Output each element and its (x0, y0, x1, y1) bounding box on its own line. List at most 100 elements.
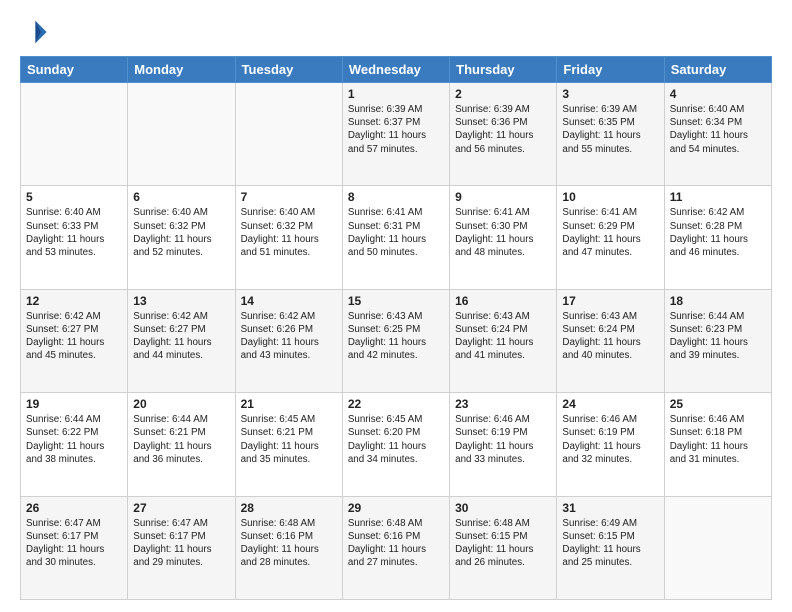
calendar-cell: 19 Sunrise: 6:44 AM Sunset: 6:22 PM Dayli… (21, 393, 128, 496)
calendar-cell: 18 Sunrise: 6:44 AM Sunset: 6:23 PM Dayli… (664, 289, 771, 392)
calendar-cell: 31 Sunrise: 6:49 AM Sunset: 6:15 PM Dayli… (557, 496, 664, 599)
day-header-monday: Monday (128, 57, 235, 83)
calendar-cell: 14 Sunrise: 6:42 AM Sunset: 6:26 PM Dayli… (235, 289, 342, 392)
day-number: 4 (670, 87, 766, 101)
cell-info: Sunrise: 6:40 AM Sunset: 6:33 PM Dayligh… (26, 206, 122, 259)
calendar-cell: 4 Sunrise: 6:40 AM Sunset: 6:34 PM Daylig… (664, 83, 771, 186)
cell-info: Sunrise: 6:41 AM Sunset: 6:31 PM Dayligh… (348, 206, 444, 259)
day-number: 17 (562, 294, 658, 308)
cell-info: Sunrise: 6:45 AM Sunset: 6:21 PM Dayligh… (241, 413, 337, 466)
cell-info: Sunrise: 6:47 AM Sunset: 6:17 PM Dayligh… (133, 517, 229, 570)
calendar-cell (664, 496, 771, 599)
calendar-cell: 17 Sunrise: 6:43 AM Sunset: 6:24 PM Dayli… (557, 289, 664, 392)
day-number: 7 (241, 190, 337, 204)
cell-info: Sunrise: 6:42 AM Sunset: 6:27 PM Dayligh… (133, 310, 229, 363)
calendar-cell: 12 Sunrise: 6:42 AM Sunset: 6:27 PM Dayli… (21, 289, 128, 392)
cell-info: Sunrise: 6:43 AM Sunset: 6:24 PM Dayligh… (562, 310, 658, 363)
calendar-cell: 15 Sunrise: 6:43 AM Sunset: 6:25 PM Dayli… (342, 289, 449, 392)
day-number: 22 (348, 397, 444, 411)
day-number: 9 (455, 190, 551, 204)
day-number: 16 (455, 294, 551, 308)
day-number: 21 (241, 397, 337, 411)
day-number: 20 (133, 397, 229, 411)
cell-info: Sunrise: 6:42 AM Sunset: 6:28 PM Dayligh… (670, 206, 766, 259)
day-number: 15 (348, 294, 444, 308)
cell-info: Sunrise: 6:48 AM Sunset: 6:15 PM Dayligh… (455, 517, 551, 570)
cell-info: Sunrise: 6:42 AM Sunset: 6:27 PM Dayligh… (26, 310, 122, 363)
calendar-cell: 22 Sunrise: 6:45 AM Sunset: 6:20 PM Dayli… (342, 393, 449, 496)
cell-info: Sunrise: 6:40 AM Sunset: 6:34 PM Dayligh… (670, 103, 766, 156)
calendar-cell: 10Sunrise: 6:41 AM Sunset: 6:29 PM Dayli… (557, 186, 664, 289)
calendar-cell: 23 Sunrise: 6:46 AM Sunset: 6:19 PM Dayli… (450, 393, 557, 496)
cell-info: Sunrise: 6:46 AM Sunset: 6:19 PM Dayligh… (455, 413, 551, 466)
day-number: 14 (241, 294, 337, 308)
day-number: 19 (26, 397, 122, 411)
cell-info: Sunrise: 6:46 AM Sunset: 6:18 PM Dayligh… (670, 413, 766, 466)
calendar-cell: 26 Sunrise: 6:47 AM Sunset: 6:17 PM Dayli… (21, 496, 128, 599)
calendar-cell: 3Sunrise: 6:39 AM Sunset: 6:35 PM Daylig… (557, 83, 664, 186)
cell-info: Sunrise: 6:49 AM Sunset: 6:15 PM Dayligh… (562, 517, 658, 570)
cell-info: Sunrise: 6:45 AM Sunset: 6:20 PM Dayligh… (348, 413, 444, 466)
day-number: 8 (348, 190, 444, 204)
cell-info: Sunrise: 6:41 AM Sunset: 6:30 PM Dayligh… (455, 206, 551, 259)
cell-info: Sunrise: 6:43 AM Sunset: 6:25 PM Dayligh… (348, 310, 444, 363)
day-number: 6 (133, 190, 229, 204)
day-number: 26 (26, 501, 122, 515)
calendar-cell: 16 Sunrise: 6:43 AM Sunset: 6:24 PM Dayli… (450, 289, 557, 392)
day-number: 31 (562, 501, 658, 515)
day-number: 18 (670, 294, 766, 308)
logo-icon (20, 18, 48, 46)
calendar-cell: 2Sunrise: 6:39 AM Sunset: 6:36 PM Daylig… (450, 83, 557, 186)
calendar-cell: 27 Sunrise: 6:47 AM Sunset: 6:17 PM Dayli… (128, 496, 235, 599)
cell-info: Sunrise: 6:48 AM Sunset: 6:16 PM Dayligh… (241, 517, 337, 570)
cell-info: Sunrise: 6:44 AM Sunset: 6:21 PM Dayligh… (133, 413, 229, 466)
day-header-friday: Friday (557, 57, 664, 83)
calendar-cell: 24Sunrise: 6:46 AM Sunset: 6:19 PM Dayli… (557, 393, 664, 496)
cell-info: Sunrise: 6:44 AM Sunset: 6:23 PM Dayligh… (670, 310, 766, 363)
page: SundayMondayTuesdayWednesdayThursdayFrid… (0, 0, 792, 612)
logo (20, 18, 52, 46)
cell-info: Sunrise: 6:41 AM Sunset: 6:29 PM Dayligh… (562, 206, 658, 259)
day-header-tuesday: Tuesday (235, 57, 342, 83)
calendar-cell: 7Sunrise: 6:40 AM Sunset: 6:32 PM Daylig… (235, 186, 342, 289)
calendar-cell (128, 83, 235, 186)
day-header-wednesday: Wednesday (342, 57, 449, 83)
cell-info: Sunrise: 6:46 AM Sunset: 6:19 PM Dayligh… (562, 413, 658, 466)
calendar-cell (21, 83, 128, 186)
calendar-cell: 11 Sunrise: 6:42 AM Sunset: 6:28 PM Dayli… (664, 186, 771, 289)
cell-info: Sunrise: 6:39 AM Sunset: 6:35 PM Dayligh… (562, 103, 658, 156)
day-number: 11 (670, 190, 766, 204)
cell-info: Sunrise: 6:40 AM Sunset: 6:32 PM Dayligh… (133, 206, 229, 259)
day-number: 27 (133, 501, 229, 515)
cell-info: Sunrise: 6:48 AM Sunset: 6:16 PM Dayligh… (348, 517, 444, 570)
calendar-cell: 5 Sunrise: 6:40 AM Sunset: 6:33 PM Daylig… (21, 186, 128, 289)
cell-info: Sunrise: 6:39 AM Sunset: 6:36 PM Dayligh… (455, 103, 551, 156)
calendar-cell: 6 Sunrise: 6:40 AM Sunset: 6:32 PM Daylig… (128, 186, 235, 289)
calendar-cell: 20 Sunrise: 6:44 AM Sunset: 6:21 PM Dayli… (128, 393, 235, 496)
day-number: 5 (26, 190, 122, 204)
cell-info: Sunrise: 6:47 AM Sunset: 6:17 PM Dayligh… (26, 517, 122, 570)
day-number: 12 (26, 294, 122, 308)
day-header-sunday: Sunday (21, 57, 128, 83)
cell-info: Sunrise: 6:43 AM Sunset: 6:24 PM Dayligh… (455, 310, 551, 363)
header (20, 18, 772, 46)
day-number: 28 (241, 501, 337, 515)
calendar-cell: 25 Sunrise: 6:46 AM Sunset: 6:18 PM Dayli… (664, 393, 771, 496)
day-number: 13 (133, 294, 229, 308)
calendar-cell: 1 Sunrise: 6:39 AM Sunset: 6:37 PM Daylig… (342, 83, 449, 186)
calendar-cell: 21 Sunrise: 6:45 AM Sunset: 6:21 PM Dayli… (235, 393, 342, 496)
calendar-cell: 8 Sunrise: 6:41 AM Sunset: 6:31 PM Daylig… (342, 186, 449, 289)
day-number: 30 (455, 501, 551, 515)
calendar-cell (235, 83, 342, 186)
calendar-cell: 28 Sunrise: 6:48 AM Sunset: 6:16 PM Dayli… (235, 496, 342, 599)
day-number: 1 (348, 87, 444, 101)
day-number: 29 (348, 501, 444, 515)
calendar-cell: 29 Sunrise: 6:48 AM Sunset: 6:16 PM Dayli… (342, 496, 449, 599)
calendar-cell: 30 Sunrise: 6:48 AM Sunset: 6:15 PM Dayli… (450, 496, 557, 599)
cell-info: Sunrise: 6:44 AM Sunset: 6:22 PM Dayligh… (26, 413, 122, 466)
day-number: 25 (670, 397, 766, 411)
day-number: 23 (455, 397, 551, 411)
cell-info: Sunrise: 6:39 AM Sunset: 6:37 PM Dayligh… (348, 103, 444, 156)
calendar-cell: 9 Sunrise: 6:41 AM Sunset: 6:30 PM Daylig… (450, 186, 557, 289)
cell-info: Sunrise: 6:42 AM Sunset: 6:26 PM Dayligh… (241, 310, 337, 363)
